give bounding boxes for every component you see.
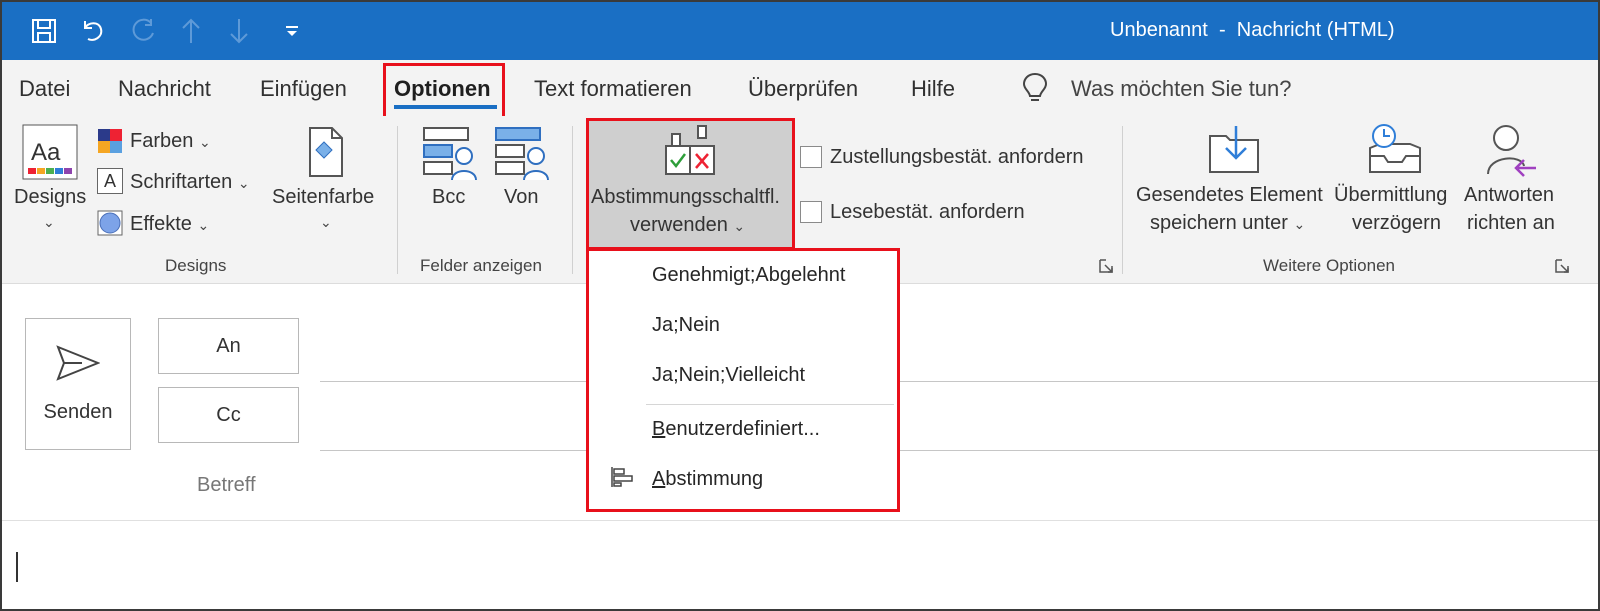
- bcc-button[interactable]: Bcc: [432, 186, 465, 209]
- to-button[interactable]: An: [158, 318, 299, 374]
- save-sent-item-label-line1[interactable]: Gesendetes Element: [1136, 184, 1323, 207]
- designs-button[interactable]: Designs: [14, 186, 86, 209]
- group-label-designs: Designs: [165, 256, 227, 275]
- voting-buttons-label-line1: Abstimmungsschaltfl.: [591, 186, 780, 208]
- tab-optionen[interactable]: Optionen: [394, 76, 491, 102]
- voting-buttons-dropdown: Genehmigt;Abgelehnt Ja;Nein Ja;Nein;Viel…: [586, 248, 898, 512]
- next-item-icon: [224, 16, 254, 46]
- seitenfarbe-button[interactable]: Seitenfarbe: [272, 186, 374, 209]
- save-sent-item-icon: [1208, 124, 1262, 176]
- delay-delivery-label-line2[interactable]: verzögern: [1352, 212, 1441, 235]
- voting-option-ja-nein[interactable]: Ja;Nein: [652, 314, 720, 337]
- voting-option-abstimmung[interactable]: Abstimmung: [652, 468, 763, 491]
- tab-text-formatieren[interactable]: Text formatieren: [534, 76, 692, 102]
- save-sent-item-label-line2[interactable]: speichern unter ⌄: [1150, 212, 1305, 235]
- redo-icon: [128, 16, 158, 46]
- tab-hilfe[interactable]: Hilfe: [911, 76, 955, 102]
- direct-replies-label-line2[interactable]: richten an: [1467, 212, 1555, 235]
- dialog-launcher-icon[interactable]: [1098, 258, 1114, 274]
- customize-toolbar-icon[interactable]: [277, 16, 307, 46]
- farben-label: Farben: [130, 130, 194, 152]
- direct-replies-icon: [1484, 122, 1540, 178]
- ribbon-tabs: Datei Nachricht Einfügen Optionen Text f…: [2, 60, 1598, 116]
- chevron-down-icon: ⌄: [197, 217, 210, 233]
- effects-icon: [97, 210, 123, 236]
- farben-button[interactable]: Farben ⌄: [130, 130, 211, 153]
- active-tab-indicator: [394, 105, 497, 109]
- previous-item-icon: [176, 16, 206, 46]
- svg-text:Aa: Aa: [31, 139, 61, 166]
- chevron-down-icon: ⌄: [198, 134, 211, 150]
- cc-field-underline: [320, 450, 1598, 451]
- direct-replies-label-line1[interactable]: Antworten: [1464, 184, 1554, 207]
- page-color-icon: [300, 126, 348, 180]
- tab-ueberpruefen[interactable]: Überprüfen: [748, 76, 858, 102]
- delivery-receipt-checkbox[interactable]: [800, 146, 822, 168]
- effekte-label: Effekte: [130, 213, 192, 235]
- colors-icon: [97, 128, 123, 154]
- chevron-down-icon[interactable]: ⌄: [43, 214, 55, 231]
- chevron-down-icon: ⌄: [237, 175, 250, 191]
- schriftarten-label: Schriftarten: [130, 171, 233, 193]
- lightbulb-icon: [1022, 72, 1048, 109]
- voting-buttons-label-line2: verwenden ⌄: [630, 214, 746, 236]
- group-label-weitere-optionen: Weitere Optionen: [1263, 256, 1395, 275]
- group-separator: [1122, 126, 1123, 274]
- subject-label: Betreff: [197, 474, 256, 496]
- dialog-launcher-icon[interactable]: [1554, 258, 1570, 274]
- group-separator: [572, 126, 573, 274]
- delay-delivery-label-line1[interactable]: Übermittlung: [1334, 184, 1447, 207]
- send-button[interactable]: Senden: [25, 318, 131, 450]
- tell-me-search[interactable]: Was möchten Sie tun?: [1071, 76, 1292, 102]
- bcc-icon: [422, 126, 478, 182]
- voting-option-custom[interactable]: Benutzerdefiniert...: [652, 418, 820, 441]
- header-body-divider: [2, 520, 1598, 521]
- window-title: Unbenannt - Nachricht (HTML): [1110, 19, 1395, 41]
- chevron-down-icon: ⌄: [1293, 216, 1306, 232]
- tracking-icon: [610, 466, 636, 488]
- effekte-button[interactable]: Effekte ⌄: [130, 213, 209, 236]
- voting-option-ja-nein-vielleicht[interactable]: Ja;Nein;Vielleicht: [652, 364, 805, 387]
- tab-datei[interactable]: Datei: [19, 76, 70, 102]
- font-icon: A: [97, 168, 123, 194]
- group-label-felder-anzeigen: Felder anzeigen: [420, 256, 542, 275]
- voting-buttons-icon: [664, 124, 718, 176]
- from-icon: [494, 126, 550, 182]
- tab-nachricht[interactable]: Nachricht: [118, 76, 211, 102]
- undo-icon[interactable]: [78, 16, 108, 46]
- read-receipt-label: Lesebestät. anfordern: [830, 201, 1025, 223]
- menu-separator: [646, 404, 894, 405]
- cc-button[interactable]: Cc: [158, 387, 299, 443]
- designs-icon: Aa: [22, 124, 78, 180]
- title-bar: Unbenannt - Nachricht (HTML): [2, 2, 1598, 60]
- chevron-down-icon[interactable]: ⌄: [320, 214, 332, 231]
- to-field-underline: [320, 381, 1598, 382]
- message-body[interactable]: [2, 522, 1598, 609]
- voting-option-genehmigt-abgelehnt[interactable]: Genehmigt;Abgelehnt: [652, 264, 845, 287]
- outlook-message-window: Unbenannt - Nachricht (HTML) Datei Nachr…: [0, 0, 1600, 611]
- read-receipt-checkbox[interactable]: [800, 201, 822, 223]
- voting-buttons-button[interactable]: Abstimmungsschaltfl. verwenden ⌄: [588, 120, 792, 256]
- schriftarten-button[interactable]: Schriftarten ⌄: [130, 171, 250, 194]
- delay-delivery-icon: [1366, 122, 1424, 178]
- save-icon[interactable]: [29, 16, 59, 46]
- send-icon: [56, 343, 101, 388]
- von-button[interactable]: Von: [504, 186, 538, 209]
- delivery-receipt-label: Zustellungsbestät. anfordern: [830, 146, 1084, 168]
- tab-einfuegen[interactable]: Einfügen: [260, 76, 347, 102]
- send-label: Senden: [43, 401, 113, 423]
- chevron-down-icon: ⌄: [733, 218, 746, 234]
- group-separator: [397, 126, 398, 274]
